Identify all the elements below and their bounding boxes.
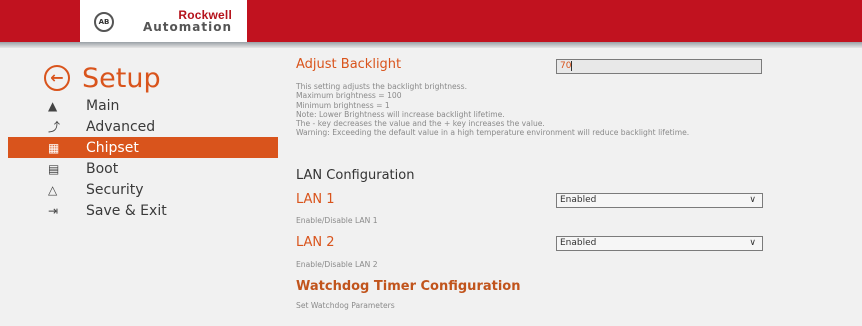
watchdog-timer-heading[interactable]: Watchdog Timer Configuration: [296, 279, 520, 294]
sidebar-item-boot[interactable]: ▤ Boot: [0, 158, 278, 179]
brand-name-line2: Automation: [142, 20, 232, 34]
sidebar-item-label: Chipset: [86, 139, 139, 156]
boot-icon: ▤: [48, 161, 60, 176]
lan2-value: Enabled: [560, 238, 597, 248]
lock-icon: △: [48, 182, 58, 197]
backlight-value: 70: [560, 61, 572, 71]
sidebar-nav: ▲ Main ⤴ Advanced ▦ Chipset ▤ Boot △ Sec…: [0, 95, 278, 221]
ab-logo-icon: AB: [94, 12, 114, 32]
sidebar-item-label: Advanced: [86, 118, 156, 135]
backlight-help-text: This setting adjusts the backlight brigh…: [296, 82, 766, 138]
help-line: Note: Lower Brightness will increase bac…: [296, 109, 505, 119]
wrench-icon: ⤴: [48, 120, 61, 134]
company-logo: AB Rockwell Automation: [80, 0, 247, 42]
adjust-backlight-label: Adjust Backlight: [296, 57, 402, 72]
exit-icon: ⇥: [48, 203, 59, 218]
home-icon: ▲: [48, 98, 58, 113]
help-line: This setting adjusts the backlight brigh…: [296, 82, 468, 91]
sidebar-item-label: Boot: [86, 160, 119, 177]
chip-icon: ▦: [48, 140, 60, 155]
lan1-label: LAN 1: [296, 192, 335, 207]
help-line: Warning: Exceeding the default value in …: [296, 128, 690, 138]
back-arrow-icon[interactable]: ←: [44, 65, 70, 91]
help-line: Maximum brightness = 100: [296, 91, 402, 101]
sidebar-item-label: Main: [86, 97, 120, 114]
chevron-down-icon: ∨: [749, 238, 756, 248]
watchdog-help-text: Set Watchdog Parameters: [296, 301, 395, 310]
help-line: The - key decreases the value and the + …: [296, 119, 545, 129]
lan-configuration-heading: LAN Configuration: [296, 168, 415, 183]
sidebar-item-security[interactable]: △ Security: [0, 179, 278, 200]
lan2-help-text: Enable/Disable LAN 2: [296, 260, 378, 269]
lan1-value: Enabled: [560, 195, 597, 205]
sidebar-item-label: Security: [86, 181, 144, 198]
lan1-help-text: Enable/Disable LAN 1: [296, 216, 378, 225]
setup-label: Setup: [82, 62, 161, 94]
sidebar-item-label: Save & Exit: [86, 202, 167, 219]
text-caret: [571, 60, 573, 71]
sidebar-item-main[interactable]: ▲ Main: [0, 95, 278, 116]
lan2-label: LAN 2: [296, 235, 335, 250]
backlight-value-input[interactable]: 70: [556, 59, 762, 74]
chevron-down-icon: ∨: [749, 195, 756, 205]
lan1-select[interactable]: Enabled ∨: [556, 193, 763, 208]
header-shadow: [0, 42, 862, 48]
help-line: Minimum brightness = 1: [296, 100, 390, 110]
lan2-select[interactable]: Enabled ∨: [556, 236, 763, 251]
sidebar-item-chipset[interactable]: ▦ Chipset: [8, 137, 278, 158]
sidebar-item-advanced[interactable]: ⤴ Advanced: [0, 116, 278, 137]
sidebar-item-save-exit[interactable]: ⇥ Save & Exit: [0, 200, 278, 221]
setup-title: ← Setup: [44, 62, 161, 94]
